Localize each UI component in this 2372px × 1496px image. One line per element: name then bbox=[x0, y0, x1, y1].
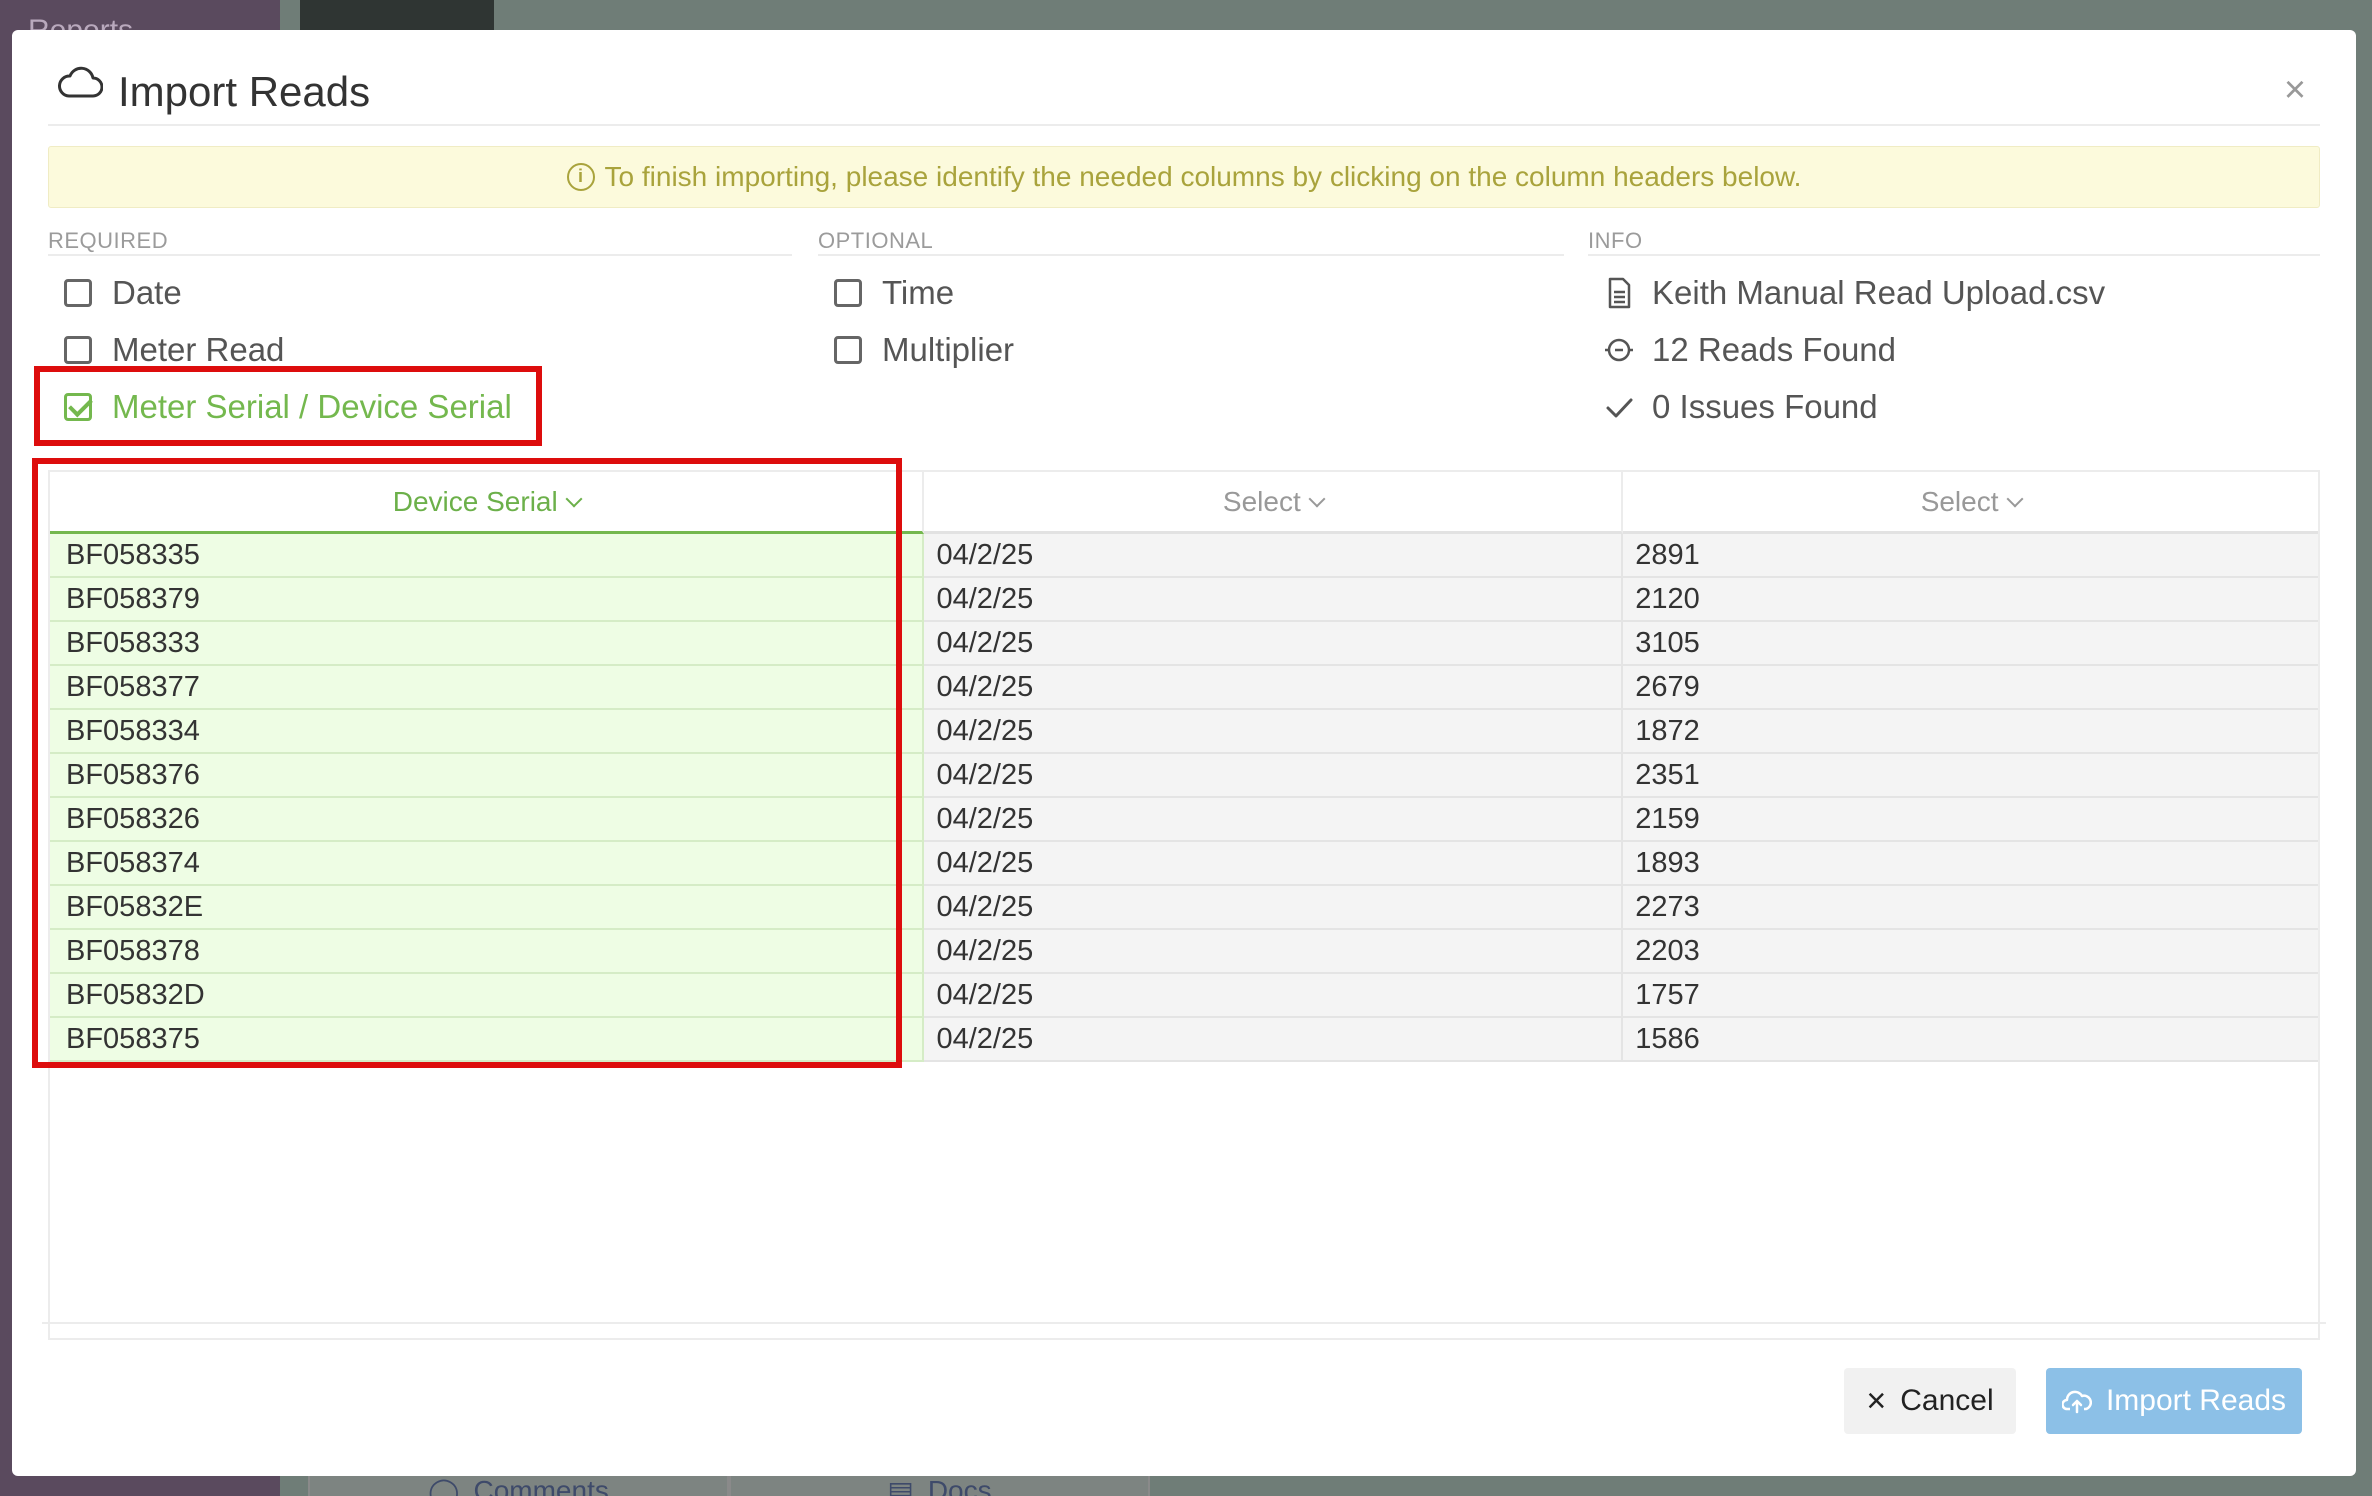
cell-read-value: 2273 bbox=[1623, 886, 2318, 930]
info-reads-found: 12 Reads Found bbox=[1588, 321, 2320, 378]
cell-read-value: 2679 bbox=[1623, 666, 2318, 710]
cell-date: 04/2/25 bbox=[924, 798, 1624, 842]
required-option-date[interactable]: Date bbox=[48, 264, 792, 321]
cell-read-value: 1872 bbox=[1623, 710, 2318, 754]
cell-date: 04/2/25 bbox=[924, 886, 1624, 930]
optional-option-time[interactable]: Time bbox=[818, 264, 1564, 321]
background-tab-label: Comments bbox=[473, 1475, 609, 1496]
annotation-highlight-meter-serial bbox=[34, 366, 542, 446]
cloud-icon bbox=[58, 66, 103, 98]
cell-date: 04/2/25 bbox=[924, 842, 1624, 886]
cell-date: 04/2/25 bbox=[924, 578, 1624, 622]
comment-icon: ◯ bbox=[428, 1475, 460, 1496]
instruction-banner: i To finish importing, please identify t… bbox=[48, 146, 2320, 208]
info-section: INFO Keith Manual Read Upload.csv 12 Rea… bbox=[1588, 228, 2320, 435]
cell-read-value: 2203 bbox=[1623, 930, 2318, 974]
option-label: Time bbox=[882, 273, 955, 311]
cell-read-value: 1757 bbox=[1623, 974, 2318, 1018]
cell-date: 04/2/25 bbox=[924, 666, 1624, 710]
optional-section: OPTIONAL Time Multiplier bbox=[818, 228, 1564, 378]
file-icon bbox=[1608, 277, 1631, 308]
close-icon: × bbox=[1866, 1382, 1887, 1420]
banner-text: To finish importing, please identify the… bbox=[604, 161, 1802, 192]
cell-read-value: 3105 bbox=[1623, 622, 2318, 666]
cell-date: 04/2/25 bbox=[924, 622, 1624, 666]
import-reads-button[interactable]: Import Reads bbox=[2046, 1368, 2302, 1434]
info-label: Keith Manual Read Upload.csv bbox=[1652, 273, 2106, 311]
background-thumbnail bbox=[300, 0, 494, 30]
background-tab-label: Docs bbox=[927, 1475, 992, 1496]
checkbox[interactable] bbox=[64, 335, 92, 364]
cloud-upload-icon bbox=[2061, 1390, 2092, 1414]
chevron-down-icon bbox=[1308, 490, 1326, 507]
column-header-label: Select bbox=[1920, 485, 1999, 517]
info-icon: i bbox=[566, 163, 595, 191]
cell-read-value: 1893 bbox=[1623, 842, 2318, 886]
option-label: Multiplier bbox=[882, 330, 1015, 368]
footer-divider bbox=[42, 1322, 2326, 1324]
checkmark-icon bbox=[1606, 398, 1633, 417]
option-label: Meter Read bbox=[112, 330, 285, 368]
cancel-label: Cancel bbox=[1900, 1384, 1994, 1417]
document-icon: ▤ bbox=[887, 1475, 914, 1496]
cell-date: 04/2/25 bbox=[924, 1018, 1624, 1062]
cell-read-value: 2120 bbox=[1623, 578, 2318, 622]
cell-read-value: 2351 bbox=[1623, 754, 2318, 798]
cancel-button[interactable]: × Cancel bbox=[1844, 1368, 2016, 1434]
cell-read-value: 1586 bbox=[1623, 1018, 2318, 1062]
checkbox[interactable] bbox=[834, 335, 862, 364]
cell-read-value: 2891 bbox=[1623, 534, 2318, 578]
required-heading: REQUIRED bbox=[48, 228, 792, 256]
cell-date: 04/2/25 bbox=[924, 930, 1624, 974]
column-header-select[interactable]: Select bbox=[924, 472, 1624, 534]
optional-option-multiplier[interactable]: Multiplier bbox=[818, 321, 1564, 378]
option-label: Date bbox=[112, 273, 182, 311]
info-issues-found: 0 Issues Found bbox=[1588, 378, 2320, 435]
cell-read-value: 2159 bbox=[1623, 798, 2318, 842]
cell-date: 04/2/25 bbox=[924, 534, 1624, 578]
info-file: Keith Manual Read Upload.csv bbox=[1588, 264, 2320, 321]
search-icon bbox=[1605, 338, 1633, 361]
info-heading: INFO bbox=[1588, 228, 2320, 256]
close-button[interactable]: × bbox=[2280, 71, 2310, 109]
chevron-down-icon bbox=[2006, 490, 2024, 507]
column-header-label: Select bbox=[1222, 485, 1301, 517]
info-label: 0 Issues Found bbox=[1652, 387, 1878, 425]
cell-date: 04/2/25 bbox=[924, 710, 1624, 754]
import-label: Import Reads bbox=[2105, 1384, 2287, 1417]
cell-date: 04/2/25 bbox=[924, 974, 1624, 1018]
header-divider bbox=[48, 124, 2320, 126]
info-label: 12 Reads Found bbox=[1652, 330, 1897, 368]
checkbox[interactable] bbox=[64, 278, 92, 307]
checkbox[interactable] bbox=[834, 278, 862, 307]
optional-heading: OPTIONAL bbox=[818, 228, 1564, 256]
dialog-title: Import Reads bbox=[118, 68, 371, 115]
annotation-highlight-device-serial-column bbox=[32, 458, 902, 1068]
column-header-select[interactable]: Select bbox=[1623, 472, 2318, 534]
dialog-header: Import Reads × bbox=[12, 30, 2356, 126]
cell-date: 04/2/25 bbox=[924, 754, 1624, 798]
